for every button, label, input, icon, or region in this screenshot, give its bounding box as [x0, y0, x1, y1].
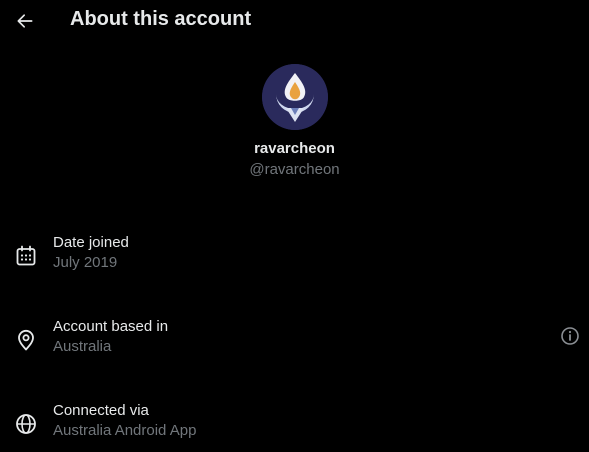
calendar-icon [16, 245, 36, 266]
handle: @ravarcheon [249, 161, 340, 178]
connected-via-row: Connected via Australia Android App [0, 402, 589, 452]
account-based-in-value: Australia [53, 338, 112, 355]
display-name: ravarcheon [254, 140, 335, 157]
page-header: About this account [0, 0, 589, 42]
date-joined-row: Date joined July 2019 [0, 234, 589, 284]
account-based-in-row: Account based in Australia [0, 318, 589, 368]
connected-via-value: Australia Android App [53, 422, 197, 439]
back-button[interactable] [10, 6, 40, 36]
avatar[interactable] [261, 64, 328, 130]
date-joined-value: July 2019 [53, 254, 118, 271]
info-icon[interactable] [558, 324, 582, 348]
crescent-flame-emblem-icon [261, 64, 328, 130]
connected-via-label: Connected via [53, 402, 149, 419]
globe-icon [16, 414, 36, 434]
account-based-in-label: Account based in [53, 318, 169, 335]
date-joined-label: Date joined [53, 234, 129, 251]
profile-section: ravarcheon @ravarcheon [0, 64, 589, 178]
page-title: About this account [70, 8, 252, 30]
location-pin-icon [18, 329, 34, 351]
arrow-left-icon [17, 14, 33, 28]
